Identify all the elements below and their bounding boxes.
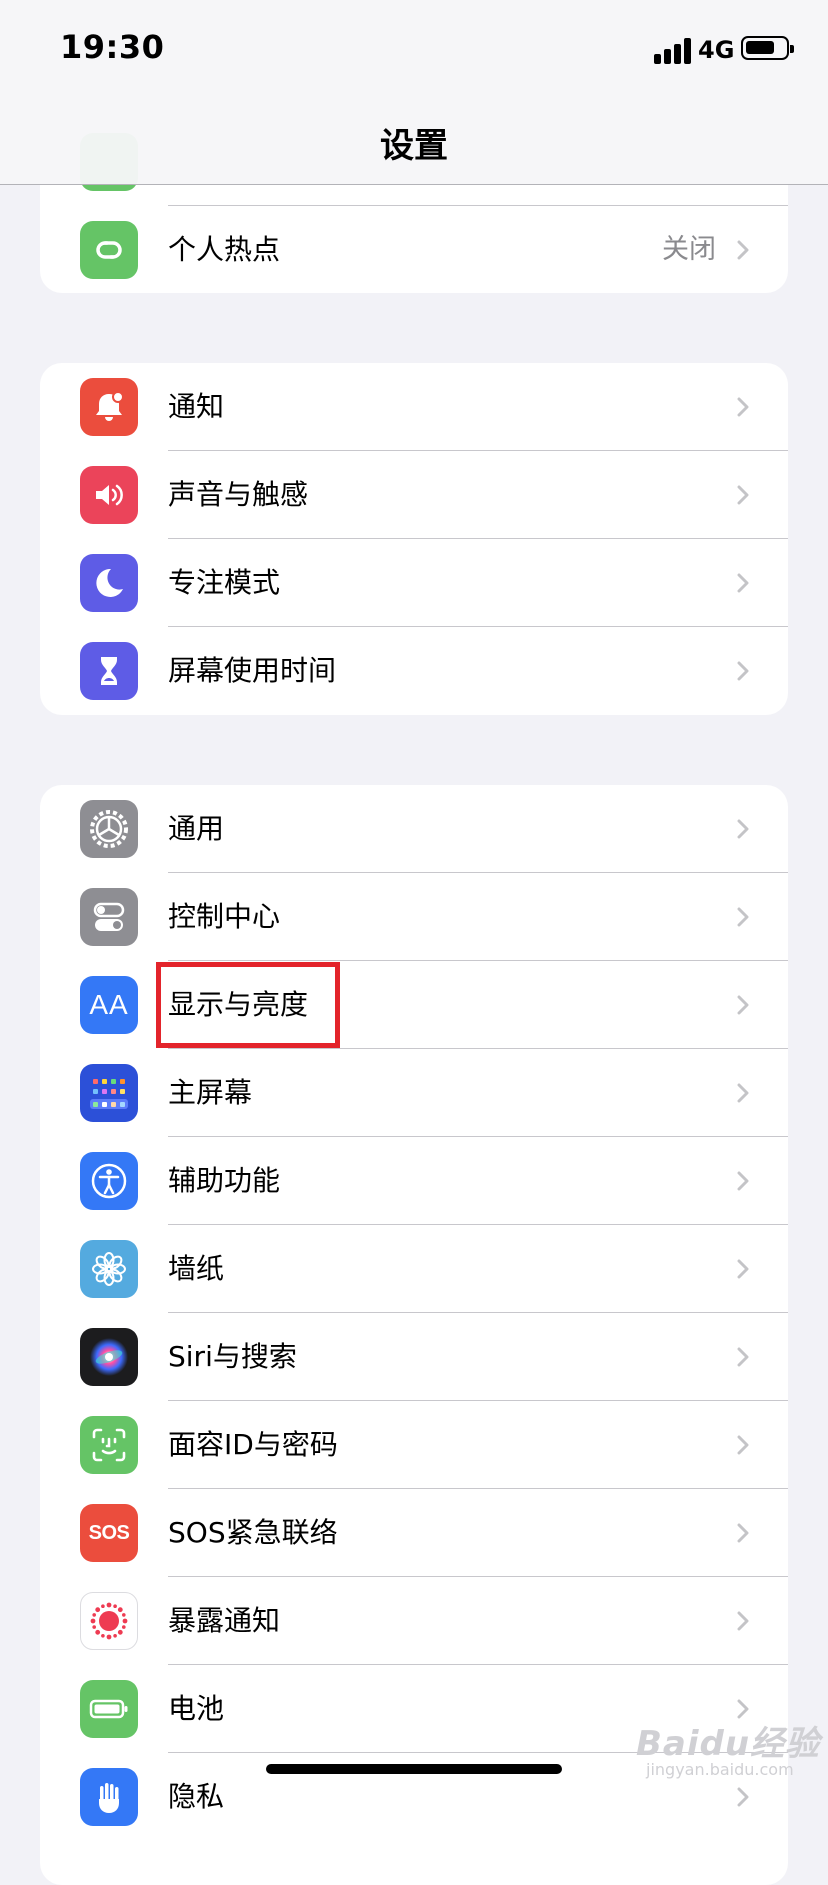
accessibility-person-icon [80,1152,138,1210]
home-indicator[interactable] [266,1764,562,1774]
chevron-right-icon [737,1611,749,1631]
watermark-url: jingyan.baidu.com [646,1760,794,1779]
settings-row-label: Siri与搜索 [168,1340,297,1373]
cellular-signal-icon [654,38,702,64]
chevron-right-icon [737,1083,749,1103]
settings-row-label: SOS紧急联络 [168,1516,338,1549]
toggle-switches-icon [80,888,138,946]
settings-group-notifications: 通知 声音与触感 专注模式 屏幕使用时间 [40,363,788,715]
settings-row-general[interactable]: 通用 [40,785,788,873]
network-type: 4G [698,36,735,64]
chevron-right-icon [737,240,749,260]
sos-icon: SOS [80,1504,138,1562]
hotspot-icon [80,221,138,279]
settings-row-focus[interactable]: 专注模式 [40,539,788,627]
settings-row-label: 个人热点 [168,233,281,266]
settings-row-label: 隐私 [168,1780,225,1813]
settings-row-emergency-sos[interactable]: SOS SOS紧急联络 [40,1489,788,1577]
hourglass-icon [80,642,138,700]
chevron-right-icon [737,1171,749,1191]
settings-row-control-center[interactable]: 控制中心 [40,873,788,961]
settings-row-label: 电池 [168,1692,225,1725]
settings-row-face-id-passcode[interactable]: 面容ID与密码 [40,1401,788,1489]
speaker-icon [80,466,138,524]
aa-glyph: AA [89,989,129,1020]
settings-row-label: 声音与触感 [168,478,309,511]
navigation-bar: 19:30 4G 设置 [0,0,828,185]
settings-row-label: 墙纸 [168,1252,225,1285]
chevron-right-icon [737,661,749,681]
settings-row-wallpaper[interactable]: 墙纸 [40,1225,788,1313]
settings-row-exposure-notifications[interactable]: 暴露通知 [40,1577,788,1665]
chevron-right-icon [737,573,749,593]
sos-glyph: SOS [88,1521,130,1544]
exposure-notification-icon [80,1592,138,1650]
settings-row-accessibility[interactable]: 辅助功能 [40,1137,788,1225]
siri-orb-icon [80,1328,138,1386]
home-screen-grid-icon [80,1064,138,1122]
text-size-aa-icon: AA [80,976,138,1034]
chevron-right-icon [737,1787,749,1807]
watermark: Baidu经验 jingyan.baidu.com [632,1702,822,1790]
battery-icon [80,1680,138,1738]
settings-row-screen-time[interactable]: 屏幕使用时间 [40,627,788,715]
chevron-right-icon [737,1435,749,1455]
gear-icon [80,800,138,858]
chevron-right-icon [737,995,749,1015]
settings-row-display-brightness[interactable]: AA 显示与亮度 [40,961,788,1049]
flower-icon [80,1240,138,1298]
settings-row-label: 专注模式 [168,566,281,599]
page-title: 设置 [380,126,448,166]
chevron-right-icon [737,1347,749,1367]
settings-row-label: 面容ID与密码 [168,1428,338,1461]
settings-row-label: 屏幕使用时间 [168,654,337,687]
settings-row-label: 通知 [168,390,225,423]
chevron-right-icon [737,485,749,505]
settings-row-label: 控制中心 [168,900,281,933]
settings-row-sounds-haptics[interactable]: 声音与触感 [40,451,788,539]
privacy-hand-icon [80,1768,138,1826]
settings-row-label: 主屏幕 [168,1076,253,1109]
settings-row-notifications[interactable]: 通知 [40,363,788,451]
chevron-right-icon [737,397,749,417]
status-bar: 19:30 4G [0,0,828,100]
settings-row-label: 暴露通知 [168,1604,281,1637]
status-time: 19:30 [60,28,165,66]
watermark-text: Baidu经验 [636,1724,821,1764]
settings-row-value: 关闭 [662,234,716,265]
notification-bell-icon [80,378,138,436]
settings-row-home-screen[interactable]: 主屏幕 [40,1049,788,1137]
face-id-icon [80,1416,138,1474]
settings-row-personal-hotspot[interactable]: 个人热点 关闭 [40,206,788,293]
chevron-right-icon [737,907,749,927]
settings-row-siri-search[interactable]: Siri与搜索 [40,1313,788,1401]
highlight-annotation-box [156,962,340,1048]
moon-icon [80,554,138,612]
chevron-right-icon [737,1259,749,1279]
settings-row-label: 辅助功能 [168,1164,281,1197]
settings-row-label: 通用 [168,812,225,845]
chevron-right-icon [737,1523,749,1543]
battery-status-icon [741,36,794,60]
chevron-right-icon [737,819,749,839]
